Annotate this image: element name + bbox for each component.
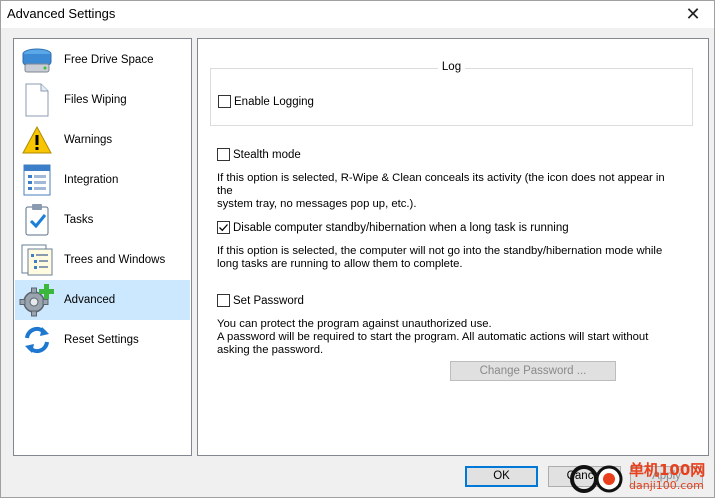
sidebar-item-integration[interactable]: Integration bbox=[15, 160, 190, 200]
watermark-cn: 单机100网 bbox=[629, 461, 706, 479]
checkbox-box[interactable] bbox=[217, 221, 230, 234]
disable-standby-checkbox[interactable]: Disable computer standby/hibernation whe… bbox=[217, 221, 569, 234]
description-line: long tasks are running to allow them to … bbox=[217, 258, 463, 270]
ok-button[interactable]: OK bbox=[465, 466, 538, 487]
sidebar-item-tasks[interactable]: Tasks bbox=[15, 200, 190, 240]
stealth-mode-label: Stealth mode bbox=[233, 148, 301, 161]
change-password-button[interactable]: Change Password ... bbox=[450, 361, 616, 381]
watermark: 单机100网 danji100.com bbox=[567, 459, 715, 497]
stealth-mode-description: If this option is selected, R-Wipe & Cle… bbox=[217, 172, 677, 211]
sidebar-item-files-wiping[interactable]: Files Wiping bbox=[15, 80, 190, 120]
checkbox-box[interactable] bbox=[218, 95, 231, 108]
enable-logging-checkbox[interactable]: Enable Logging bbox=[218, 95, 314, 108]
set-password-checkbox[interactable]: Set Password bbox=[217, 294, 304, 307]
title-bar: Advanced Settings ✕ bbox=[1, 1, 714, 28]
sidebar-item-warnings[interactable]: Warnings bbox=[15, 120, 190, 160]
checkbox-box[interactable] bbox=[217, 148, 230, 161]
sidebar-item-label: Advanced bbox=[64, 294, 116, 306]
sidebar-item-label: Tasks bbox=[64, 214, 94, 226]
description-line: If this option is selected, the computer… bbox=[217, 245, 663, 257]
document-icon bbox=[19, 82, 55, 118]
description-line: If this option is selected, R-Wipe & Cle… bbox=[217, 172, 665, 197]
disable-standby-label: Disable computer standby/hibernation whe… bbox=[233, 221, 569, 234]
sidebar-item-label: Files Wiping bbox=[64, 94, 127, 106]
sidebar-item-label: Warnings bbox=[64, 134, 113, 146]
sidebar-item-free-drive-space[interactable]: Free Drive Space bbox=[15, 40, 190, 80]
refresh-icon bbox=[19, 322, 55, 358]
advanced-settings-window: Advanced Settings ✕ Free Drive Space Fil… bbox=[0, 0, 715, 498]
watermark-text: 单机100网 danji100.com bbox=[629, 463, 705, 493]
log-group-title: Log bbox=[437, 61, 466, 73]
gear-plus-icon bbox=[19, 282, 55, 318]
window-title: Advanced Settings bbox=[7, 6, 116, 21]
description-line: A password will be required to start the… bbox=[217, 331, 649, 343]
trees-icon bbox=[19, 242, 55, 278]
sidebar-item-reset-settings[interactable]: Reset Settings bbox=[15, 320, 190, 360]
stealth-mode-checkbox[interactable]: Stealth mode bbox=[217, 148, 301, 161]
sidebar-item-advanced[interactable]: Advanced bbox=[15, 280, 190, 320]
close-button[interactable]: ✕ bbox=[676, 1, 710, 27]
integration-icon bbox=[19, 162, 55, 198]
watermark-url: danji100.com bbox=[629, 479, 704, 492]
sidebar-item-trees-and-windows[interactable]: Trees and Windows bbox=[15, 240, 190, 280]
sidebar-item-label: Trees and Windows bbox=[64, 254, 166, 266]
log-group: Log Enable Logging bbox=[210, 61, 693, 126]
warning-icon bbox=[19, 122, 55, 158]
disable-standby-description: If this option is selected, the computer… bbox=[217, 245, 677, 271]
checkbox-box[interactable] bbox=[217, 294, 230, 307]
description-line: system tray, no messages pop up, etc.). bbox=[217, 198, 417, 210]
checkmark-icon bbox=[219, 224, 228, 232]
set-password-label: Set Password bbox=[233, 294, 304, 307]
sidebar-item-label: Reset Settings bbox=[64, 334, 139, 346]
settings-nav: Free Drive Space Files Wiping Warnings I… bbox=[13, 38, 192, 456]
advanced-settings-panel: Log Enable Logging Stealth mode If this … bbox=[197, 38, 709, 456]
tasks-icon bbox=[19, 202, 55, 238]
drive-icon bbox=[19, 42, 55, 78]
sidebar-item-label: Integration bbox=[64, 174, 119, 186]
description-line: You can protect the program against unau… bbox=[217, 318, 492, 330]
sidebar-item-label: Free Drive Space bbox=[64, 54, 154, 66]
enable-logging-label: Enable Logging bbox=[234, 95, 314, 108]
description-line: asking the password. bbox=[217, 344, 324, 356]
set-password-description: You can protect the program against unau… bbox=[217, 318, 677, 357]
watermark-logo-icon bbox=[567, 461, 625, 495]
